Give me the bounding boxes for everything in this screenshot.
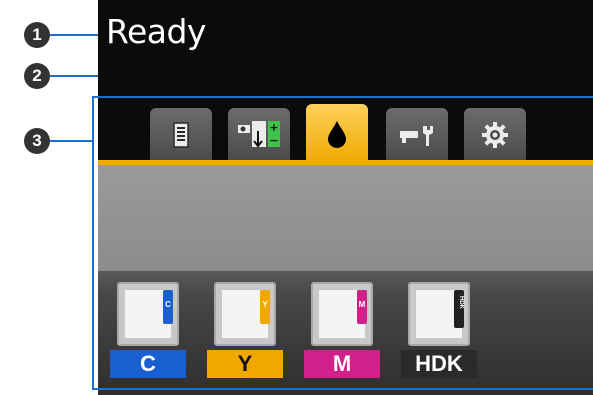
- printer-display: Ready + − C Y M HDK C Y M HDK: [98, 0, 593, 395]
- settings-gear-icon: [482, 122, 508, 148]
- callout-3-bracket-left: [92, 96, 94, 390]
- callout-1-leader: [50, 34, 102, 36]
- callout-3-bracket-bottom: [92, 388, 593, 390]
- ink-code-hdk: HDK: [458, 296, 464, 309]
- ink-cartridge-hdk: HDK: [408, 282, 470, 346]
- tab-paper[interactable]: + −: [228, 108, 290, 162]
- tab-maintenance[interactable]: [386, 108, 448, 162]
- callout-2: 2: [24, 63, 50, 89]
- tab-settings[interactable]: [464, 108, 526, 162]
- ink-cartridge-y: Y: [214, 282, 276, 346]
- ink-drop-icon: [328, 121, 346, 148]
- callout-1: 1: [24, 22, 50, 48]
- callout-3: 3: [24, 128, 50, 154]
- ink-label-y: Y: [207, 350, 283, 378]
- paper-feed-icon: + −: [238, 121, 280, 148]
- ink-label-m: M: [304, 350, 380, 378]
- svg-text:+: +: [269, 121, 278, 134]
- print-queue-icon: [173, 122, 189, 148]
- ink-label-c: C: [110, 350, 186, 378]
- ink-cartridge-m: M: [311, 282, 373, 346]
- ink-cartridge-c: C: [117, 282, 179, 346]
- tab-print-queue[interactable]: [150, 108, 212, 162]
- svg-text:−: −: [269, 134, 278, 147]
- content-area: [98, 165, 593, 271]
- ink-code-y: Y: [262, 300, 268, 309]
- callout-3-bracket-top: [92, 96, 593, 98]
- ink-code-m: M: [358, 300, 366, 309]
- ink-label-hdk: HDK: [401, 350, 477, 378]
- maintenance-icon: [400, 126, 433, 146]
- callout-3-leader: [50, 140, 92, 142]
- ink-code-c: C: [165, 300, 171, 309]
- tab-ink[interactable]: [306, 104, 368, 164]
- status-text: Ready: [106, 12, 206, 51]
